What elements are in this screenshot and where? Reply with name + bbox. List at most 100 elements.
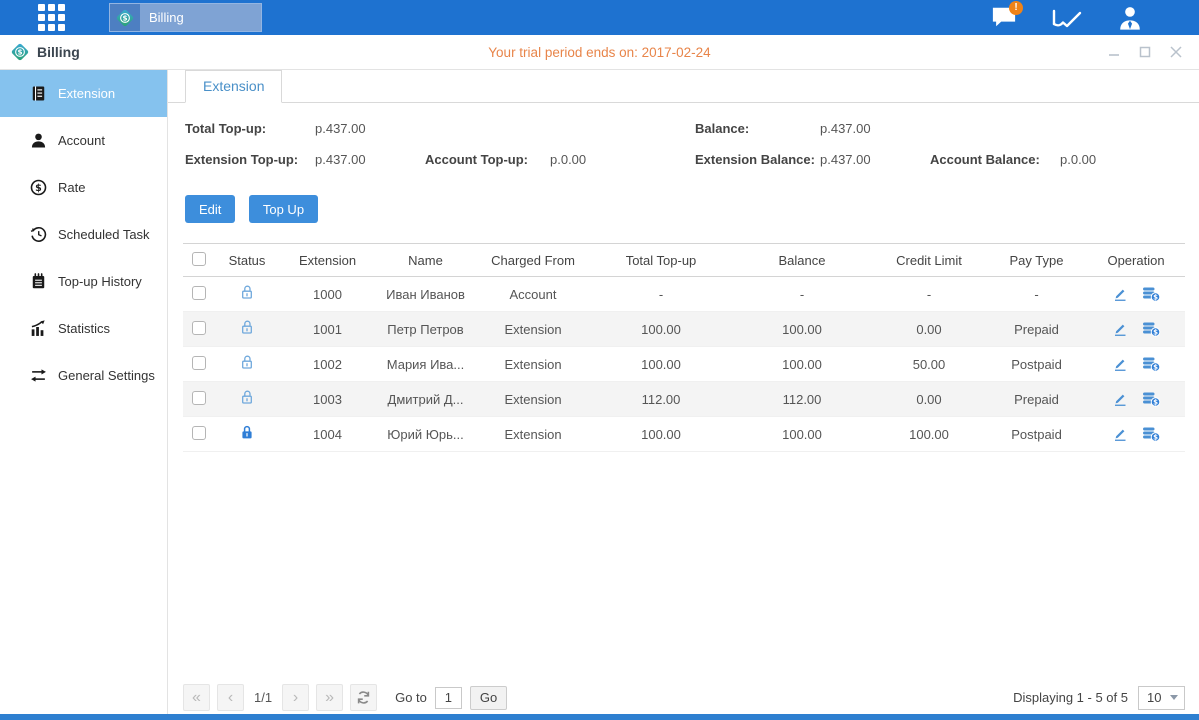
table-header-row: Status Extension Name Charged From Total… bbox=[183, 244, 1185, 277]
row-checkbox[interactable] bbox=[192, 426, 206, 440]
col-operation[interactable]: Operation bbox=[1087, 244, 1185, 277]
edit-row-icon[interactable] bbox=[1112, 356, 1128, 372]
chevron-down-icon bbox=[1170, 695, 1178, 700]
billing-summary: Total Top-up: p.437.00 Balance: p.437.00… bbox=[168, 103, 1199, 185]
svg-text:$: $ bbox=[1153, 434, 1158, 442]
cell-total-topup: 112.00 bbox=[590, 382, 732, 417]
topbar: $ Billing ! bbox=[0, 0, 1199, 35]
cell-total-topup: 100.00 bbox=[590, 312, 732, 347]
topup-row-icon[interactable]: $ bbox=[1142, 356, 1161, 372]
prev-page-icon[interactable]: ‹ bbox=[217, 684, 244, 711]
pagination-bar: « ‹ 1/1 › » Go to Go Displaying 1 - 5 of… bbox=[183, 684, 1185, 711]
topup-row-icon[interactable]: $ bbox=[1142, 286, 1161, 302]
billing-app-icon: $ bbox=[110, 4, 140, 31]
sidebar-item-label: General Settings bbox=[58, 368, 155, 383]
total-topup-label: Total Top-up: bbox=[185, 121, 266, 136]
cell-balance: 100.00 bbox=[732, 312, 872, 347]
notification-badge: ! bbox=[1009, 1, 1023, 15]
cell-charged-from: Extension bbox=[476, 417, 590, 452]
goto-label: Go to bbox=[395, 690, 427, 705]
edit-button[interactable]: Edit bbox=[185, 195, 235, 223]
sidebar-item-general-settings[interactable]: General Settings bbox=[0, 352, 167, 399]
cell-credit-limit: 0.00 bbox=[872, 312, 986, 347]
first-page-icon[interactable]: « bbox=[183, 684, 210, 711]
sidebar-item-statistics[interactable]: Statistics bbox=[0, 305, 167, 352]
tab-extension[interactable]: Extension bbox=[185, 70, 282, 103]
status-unlocked-icon bbox=[239, 389, 255, 406]
table-row: 1000Иван ИвановAccount----$ bbox=[183, 277, 1185, 312]
cell-balance: 100.00 bbox=[732, 417, 872, 452]
cell-charged-from: Extension bbox=[476, 312, 590, 347]
sidebar-item-label: Rate bbox=[58, 180, 85, 195]
cell-extension: 1000 bbox=[280, 277, 375, 312]
select-all-checkbox[interactable] bbox=[192, 252, 206, 266]
edit-row-icon[interactable] bbox=[1112, 391, 1128, 407]
user-account-icon[interactable] bbox=[1113, 4, 1147, 32]
col-pay-type[interactable]: Pay Type bbox=[986, 244, 1087, 277]
cell-balance: 100.00 bbox=[732, 347, 872, 382]
topup-row-icon[interactable]: $ bbox=[1142, 426, 1161, 442]
cell-charged-from: Extension bbox=[476, 382, 590, 417]
sidebar-item-rate[interactable]: $ Rate bbox=[0, 164, 167, 211]
cell-charged-from: Account bbox=[476, 277, 590, 312]
col-status[interactable]: Status bbox=[214, 244, 280, 277]
edit-row-icon[interactable] bbox=[1112, 286, 1128, 302]
extension-balance-value: p.437.00 bbox=[820, 152, 871, 167]
cell-name: Иван Иванов bbox=[375, 277, 476, 312]
topup-row-icon[interactable]: $ bbox=[1142, 321, 1161, 337]
cell-name: Юрий Юрь... bbox=[375, 417, 476, 452]
edit-row-icon[interactable] bbox=[1112, 321, 1128, 337]
row-checkbox[interactable] bbox=[192, 391, 206, 405]
account-icon bbox=[30, 132, 47, 149]
sidebar-item-scheduled-task[interactable]: Scheduled Task bbox=[0, 211, 167, 258]
table-row: 1003Дмитрий Д...Extension112.00112.000.0… bbox=[183, 382, 1185, 417]
cell-name: Мария Ива... bbox=[375, 347, 476, 382]
topup-button[interactable]: Top Up bbox=[249, 195, 318, 223]
col-name[interactable]: Name bbox=[375, 244, 476, 277]
col-credit-limit[interactable]: Credit Limit bbox=[872, 244, 986, 277]
svg-text:$: $ bbox=[1153, 294, 1158, 302]
sidebar-item-label: Top-up History bbox=[58, 274, 142, 289]
maximize-icon[interactable] bbox=[1136, 43, 1154, 61]
row-checkbox[interactable] bbox=[192, 356, 206, 370]
sidebar-item-top-up-history[interactable]: Top-up History bbox=[0, 258, 167, 305]
minimize-icon[interactable] bbox=[1105, 43, 1123, 61]
cell-extension: 1002 bbox=[280, 347, 375, 382]
cell-charged-from: Extension bbox=[476, 347, 590, 382]
statistics-chart-icon[interactable] bbox=[1050, 4, 1084, 32]
taskbar-billing-tab[interactable]: $ Billing bbox=[109, 3, 262, 32]
sidebar-item-extension[interactable]: Extension bbox=[0, 70, 167, 117]
app-grid-icon[interactable] bbox=[38, 4, 65, 31]
sidebar-item-label: Scheduled Task bbox=[58, 227, 150, 242]
svg-text:$: $ bbox=[1153, 399, 1158, 407]
row-checkbox[interactable] bbox=[192, 321, 206, 335]
refresh-icon[interactable] bbox=[350, 684, 377, 711]
cell-pay-type: - bbox=[986, 277, 1087, 312]
status-unlocked-icon bbox=[239, 284, 255, 301]
cell-name: Дмитрий Д... bbox=[375, 382, 476, 417]
notifications-icon[interactable]: ! bbox=[987, 4, 1021, 32]
next-page-icon[interactable]: › bbox=[282, 684, 309, 711]
svg-text:$: $ bbox=[35, 183, 42, 194]
status-unlocked-icon bbox=[239, 354, 255, 371]
last-page-icon[interactable]: » bbox=[316, 684, 343, 711]
col-extension[interactable]: Extension bbox=[280, 244, 375, 277]
table-row: 1004Юрий Юрь...Extension100.00100.00100.… bbox=[183, 417, 1185, 452]
row-checkbox[interactable] bbox=[192, 286, 206, 300]
col-charged-from[interactable]: Charged From bbox=[476, 244, 590, 277]
col-total-topup[interactable]: Total Top-up bbox=[590, 244, 732, 277]
sidebar-item-account[interactable]: Account bbox=[0, 117, 167, 164]
select-all-header bbox=[183, 244, 214, 277]
topup-row-icon[interactable]: $ bbox=[1142, 391, 1161, 407]
close-icon[interactable] bbox=[1167, 43, 1185, 61]
cell-total-topup: 100.00 bbox=[590, 347, 732, 382]
extension-balance-label: Extension Balance: bbox=[695, 152, 815, 167]
go-button[interactable]: Go bbox=[470, 686, 507, 710]
cell-pay-type: Postpaid bbox=[986, 417, 1087, 452]
col-balance[interactable]: Balance bbox=[732, 244, 872, 277]
page-size-select[interactable]: 10 bbox=[1138, 686, 1185, 710]
scheduled-task-icon bbox=[30, 226, 47, 243]
goto-page-input[interactable] bbox=[435, 687, 462, 709]
edit-row-icon[interactable] bbox=[1112, 426, 1128, 442]
svg-text:$: $ bbox=[1153, 364, 1158, 372]
